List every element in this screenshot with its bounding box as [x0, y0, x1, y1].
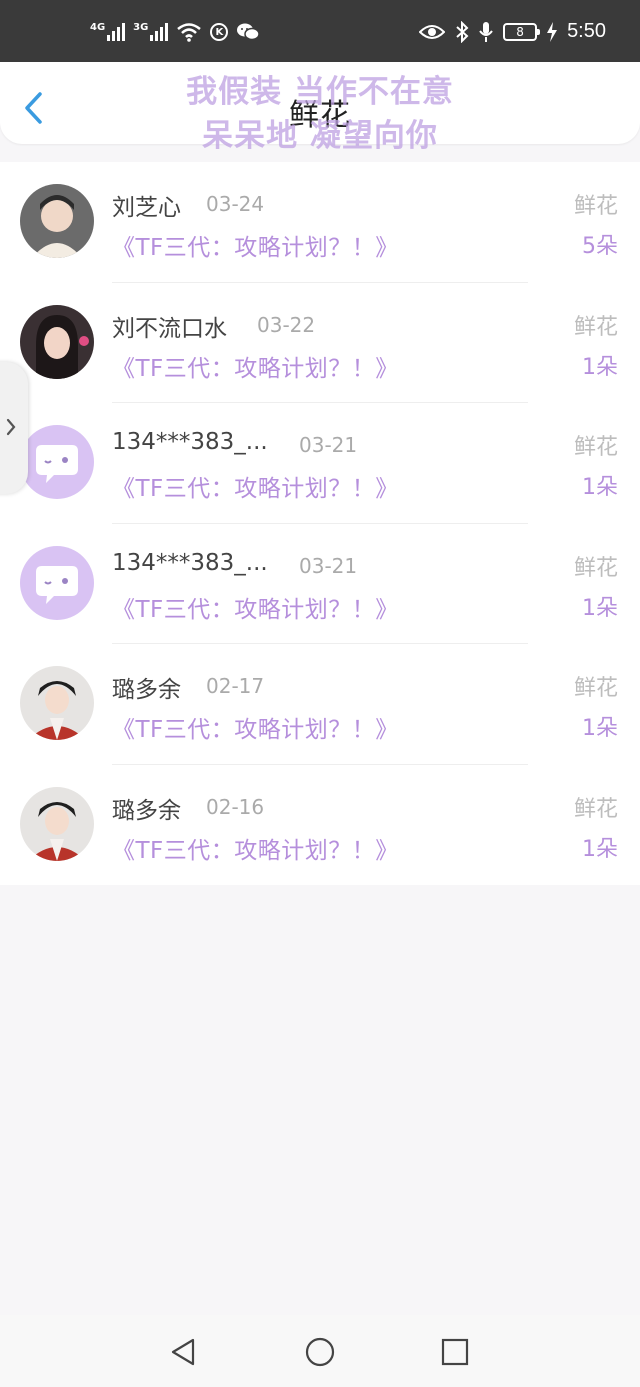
date: 02-17 — [206, 674, 265, 698]
username: 刘芝心 — [112, 195, 181, 221]
username: 璐多余 — [112, 677, 181, 703]
gift-type: 鲜花 — [573, 314, 618, 340]
date: 02-16 — [206, 794, 265, 819]
list-item[interactable]: 134***383_... 03-21 《TF三代：攻略计划？！》 鲜花 1朵 — [0, 403, 640, 524]
username: 134***383_... — [112, 429, 268, 455]
header-bar: 鲜花 我假装 当作不在意 呆呆地 凝望向你 — [0, 62, 640, 154]
gift-type: 鲜花 — [573, 435, 618, 460]
work-title[interactable]: 《TF三代：攻略计划？！》 — [112, 710, 399, 744]
user-avatar[interactable] — [20, 786, 94, 861]
recents-square-icon[interactable] — [440, 1337, 470, 1367]
system-nav-bar — [0, 1315, 640, 1387]
k-app-icon: K — [210, 23, 229, 41]
default-chat-avatar[interactable] — [20, 545, 94, 620]
signal-3g-icon: 3G — [133, 23, 169, 41]
wechat-icon — [237, 23, 261, 41]
gift-type: 鲜花 — [573, 194, 618, 219]
back-triangle-icon[interactable] — [169, 1337, 199, 1367]
work-title[interactable]: 《TF三代：攻略计划？！》 — [112, 228, 399, 262]
gift-type: 鲜花 — [573, 676, 618, 701]
side-drawer-handle[interactable] — [0, 362, 28, 494]
list-item[interactable]: 璐多余 02-17 《TF三代：攻略计划？！》 鲜花 1朵 — [0, 644, 640, 765]
date: 03-21 — [299, 553, 358, 578]
gift-count: 1朵 — [582, 836, 618, 862]
list-item[interactable]: 刘不流口水 03-22 《TF三代：攻略计划？！》 鲜花 1朵 — [0, 283, 640, 403]
date: 03-24 — [206, 192, 265, 216]
date: 03-21 — [299, 433, 358, 457]
gift-count: 1朵 — [582, 475, 618, 500]
username: 璐多余 — [112, 797, 181, 824]
home-circle-icon[interactable] — [305, 1337, 335, 1367]
lyric-overlay-line1: 我假装 当作不在意 — [186, 74, 454, 110]
bluetooth-icon — [456, 20, 469, 43]
eye-icon — [419, 24, 446, 39]
default-chat-avatar[interactable] — [20, 425, 94, 499]
work-title[interactable]: 《TF三代：攻略计划？！》 — [112, 469, 399, 503]
gift-count: 1朵 — [582, 716, 618, 741]
lyric-overlay-line2: 呆呆地 凝望向你 — [202, 118, 438, 154]
gift-count: 5朵 — [582, 234, 618, 259]
work-title[interactable]: 《TF三代：攻略计划？！》 — [112, 590, 399, 624]
gift-count: 1朵 — [582, 354, 618, 380]
wifi-icon — [177, 23, 202, 42]
username: 刘不流口水 — [112, 315, 227, 342]
microphone-icon — [479, 21, 493, 42]
battery-icon: 8 — [503, 22, 541, 41]
status-bar: 4G 3G K 8 5:50 — [0, 0, 640, 62]
list-item[interactable]: 璐多余 02-16 《TF三代：攻略计划？！》 鲜花 1朵 — [0, 765, 640, 886]
user-avatar[interactable] — [20, 666, 94, 740]
gift-type: 鲜花 — [573, 796, 618, 822]
user-avatar[interactable] — [20, 184, 94, 258]
date: 03-22 — [257, 312, 316, 337]
work-title[interactable]: 《TF三代：攻略计划？！》 — [112, 831, 399, 865]
username: 134***383_... — [112, 549, 268, 576]
gift-count: 1朵 — [582, 595, 618, 621]
gift-type: 鲜花 — [573, 555, 618, 581]
list-item[interactable]: 134***383_... 03-21 《TF三代：攻略计划？！》 鲜花 1朵 — [0, 524, 640, 644]
clock: 5:50 — [567, 20, 606, 42]
work-title[interactable]: 《TF三代：攻略计划？！》 — [112, 349, 399, 383]
chevron-right-icon — [6, 418, 16, 436]
charging-icon — [547, 21, 558, 42]
flower-gift-list: 刘芝心 03-24 《TF三代：攻略计划？！》 鲜花 5朵 刘不流口水 03-2… — [0, 162, 640, 885]
signal-4g-icon: 4G — [90, 23, 126, 41]
user-avatar[interactable] — [20, 304, 94, 379]
list-item[interactable]: 刘芝心 03-24 《TF三代：攻略计划？！》 鲜花 5朵 — [0, 162, 640, 283]
